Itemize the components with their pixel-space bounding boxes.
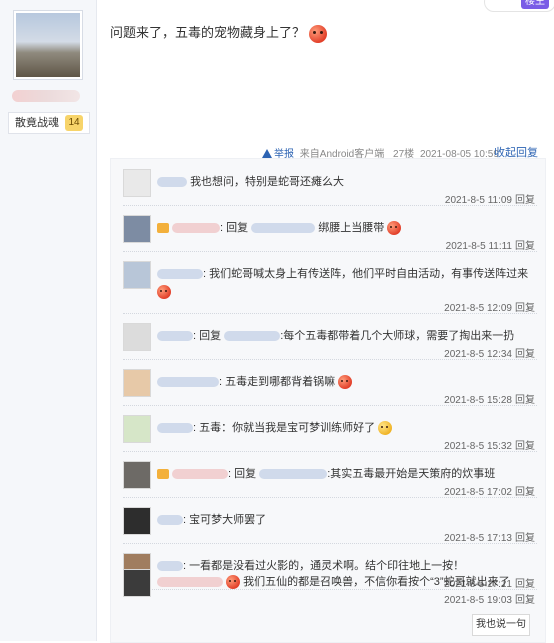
username-redacted[interactable] [172,469,228,480]
member-badge[interactable]: 散竟战魂 14 [8,112,90,134]
author-name-redacted[interactable] [12,90,80,102]
reply-meta: 2021-8-5 11:09 回复 [445,191,535,206]
report-icon [262,149,272,158]
reply-avatar[interactable] [123,415,151,443]
reply-text: 五毒：你就当我是宝可梦训练师好了 [199,422,376,434]
author-sidebar: 散竟战魂 14 [0,0,97,641]
reply-text: 我们五仙的都是召唤兽，不信你看按个“3”蛇哥就出来了 [243,576,510,588]
reply-meta: 2021-8-5 12:34 回复 [444,345,535,360]
vip-crown-icon [157,223,169,234]
username-redacted[interactable] [157,577,223,588]
emoji-icon [387,221,402,236]
post-text: 问题来了，五毒的宠物藏身上了？ [110,25,306,40]
username-redacted[interactable] [157,177,187,188]
reply-avatar[interactable] [123,569,151,597]
mention-redacted[interactable] [224,331,281,342]
badge-label: 散竟战魂 [15,117,59,129]
username-redacted[interactable] [157,269,203,280]
reply-line: : 宝可梦大师罢了 [157,511,266,527]
reply-line: : 回复 :每个五毒都带着几个大师球，需要了掏出来一扔 [157,327,514,343]
reply-text: 绑腰上当腰带 [318,222,385,234]
username-redacted[interactable] [157,515,183,526]
mention-redacted[interactable] [259,469,328,480]
reply-text: :其实五毒最开始是天策府的炊事班 [327,468,496,480]
author-tag: 楼主 [484,0,554,12]
reply-item: : 回复 绑腰上当腰带 2021-8-5 11:11 回复 [111,205,545,252]
reply-item: : 宝可梦大师罢了 2021-8-5 17:13 回复 [111,497,545,544]
reply-item: : 五毒：你就当我是宝可梦训练师好了 2021-8-5 15:32 回复 [111,405,545,452]
reply-meta: 2021-8-5 19:03 回复 [444,591,535,606]
avatar-image [16,13,80,77]
reply-meta: 2021-8-5 17:02 回复 [444,483,535,498]
username-redacted[interactable] [157,377,219,388]
reply-line: : 回复 :其实五毒最开始是天策府的炊事班 [157,465,495,481]
reply-avatar[interactable] [123,323,151,351]
author-tag-label: 楼主 [521,0,549,9]
reply-meta: 2021-8-5 15:32 回复 [444,437,535,452]
reply-item: 我也想问，特别是蛇哥还瘫么大 2021-8-5 11:09 回复 [111,159,545,206]
add-reply-button[interactable]: 我也说一句 [472,614,530,636]
reply-time: 2021-8-5 19:03 [444,595,512,606]
reply-meta: 2021-8-5 17:13 回复 [444,529,535,544]
username-redacted[interactable] [157,331,193,342]
reply-text: 我们蛇哥喊太身上有传送阵，他们平时自由活动，有事传送阵过来 [209,268,529,280]
reply-meta: 2021-8-5 15:28 回复 [444,391,535,406]
reply-line: 我们五仙的都是召唤兽，不信你看按个“3”蛇哥就出来了 [157,573,510,590]
reply-prefix: 回复 [199,330,222,342]
reply-text: 我也想问，特别是蛇哥还瘫么大 [190,176,345,188]
badge-level: 14 [65,115,83,132]
reply-line: : 回复 绑腰上当腰带 [157,219,402,236]
username-redacted[interactable] [172,223,220,234]
reply-item: 我们五仙的都是召唤兽，不信你看按个“3”蛇哥就出来了 2021-8-5 19:0… [111,559,545,606]
reply-text: 宝可梦大师罢了 [189,514,267,526]
emoji-icon [308,24,327,43]
reply-avatar[interactable] [123,369,151,397]
reply-item: : 回复 :其实五毒最开始是天策府的炊事班 2021-8-5 17:02 回复 [111,451,545,498]
author-avatar[interactable] [13,10,83,80]
mention-redacted[interactable] [251,223,316,234]
reply-line: : 五毒：你就当我是宝可梦训练师好了 [157,419,393,436]
vip-crown-icon [157,469,169,480]
emoji-icon [157,284,171,299]
reply-panel: 我也想问，特别是蛇哥还瘫么大 2021-8-5 11:09 回复 : 回复 绑腰上… [110,158,546,643]
reply-link[interactable]: 回复 [515,595,535,606]
emoji-icon [378,421,393,436]
reply-prefix: 回复 [234,468,257,480]
reply-item: : 回复 :每个五毒都带着几个大师球，需要了掏出来一扔 2021-8-5 12:… [111,313,545,360]
reply-item: : 我们蛇哥喊太身上有传送阵，他们平时自由活动，有事传送阵过来 2021-8-5… [111,251,545,314]
reply-meta: 2021-8-5 11:11 回复 [446,237,535,252]
reply-item: : 五毒走到哪都背着锅嘛 2021-8-5 15:28 回复 [111,359,545,406]
reply-text: 五毒走到哪都背着锅嘛 [225,376,336,388]
reply-line: 我也想问，特别是蛇哥还瘫么大 [157,173,344,189]
reply-avatar[interactable] [123,215,151,243]
emoji-icon [338,375,353,390]
reply-emoji [157,283,171,301]
reply-avatar[interactable] [123,507,151,535]
username-redacted[interactable] [157,423,193,434]
reply-line: : 我们蛇哥喊太身上有传送阵，他们平时自由活动，有事传送阵过来 [157,265,528,281]
reply-prefix: 回复 [226,222,249,234]
reply-avatar[interactable] [123,169,151,197]
reply-avatar[interactable] [123,461,151,489]
emoji-icon [226,575,241,590]
reply-meta: 2021-8-5 12:09 回复 [444,299,535,314]
post-content: 问题来了，五毒的宠物藏身上了？ [110,22,327,43]
reply-line: : 五毒走到哪都背着锅嘛 [157,373,353,390]
reply-avatar[interactable] [123,261,151,289]
reply-text: :每个五毒都带着几个大师球，需要了掏出来一扔 [280,330,515,342]
